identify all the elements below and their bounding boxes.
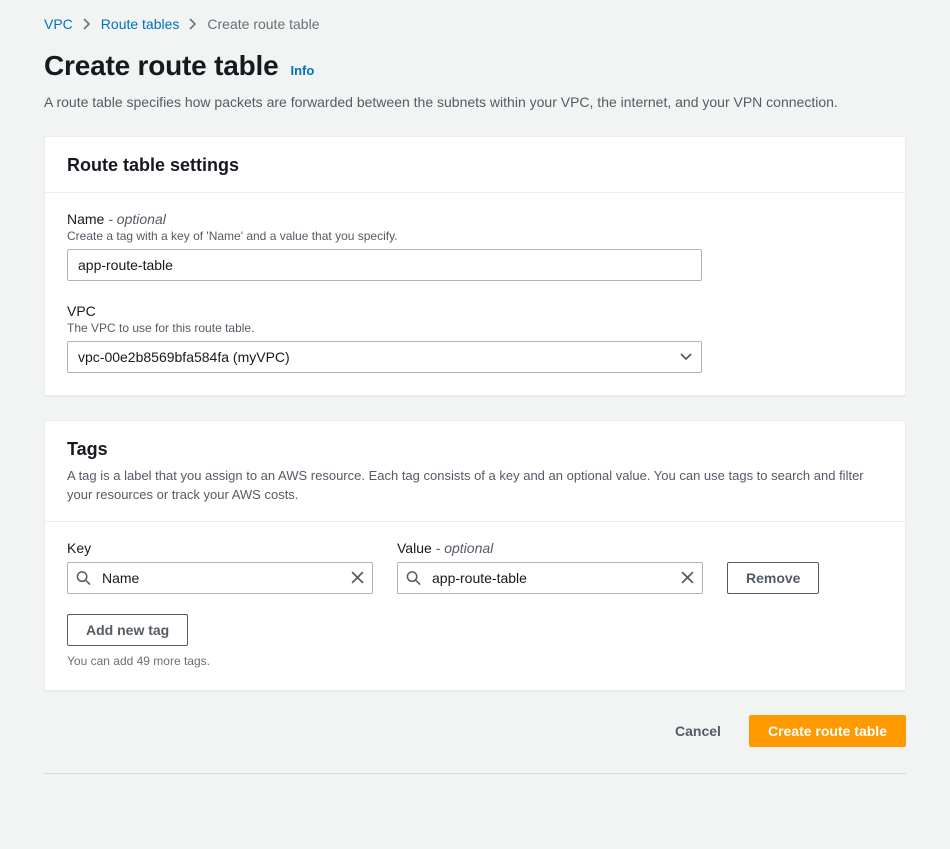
remove-tag-button[interactable]: Remove [727, 562, 819, 594]
name-optional: - optional [104, 211, 165, 227]
vpc-help: The VPC to use for this route table. [67, 321, 883, 335]
divider [44, 773, 906, 774]
tag-row: Key Value - optional [67, 540, 883, 594]
vpc-field: VPC The VPC to use for this route table.… [67, 303, 883, 373]
route-table-settings-panel: Route table settings Name - optional Cre… [44, 136, 906, 396]
panel-title-tags: Tags [67, 439, 883, 460]
breadcrumb-link-vpc[interactable]: VPC [44, 16, 73, 32]
name-help: Create a tag with a key of 'Name' and a … [67, 229, 883, 243]
breadcrumb-link-route-tables[interactable]: Route tables [101, 16, 180, 32]
form-actions: Cancel Create route table [44, 715, 906, 747]
add-tag-hint: You can add 49 more tags. [67, 654, 883, 668]
chevron-right-icon [189, 18, 197, 30]
clear-tag-key-button[interactable] [347, 568, 367, 588]
tag-value-label: Value [397, 540, 432, 556]
add-new-tag-button[interactable]: Add new tag [67, 614, 188, 646]
vpc-select[interactable]: vpc-00e2b8569bfa584fa (myVPC) [67, 341, 702, 373]
breadcrumb-current: Create route table [207, 16, 319, 32]
name-label: Name [67, 211, 104, 227]
tags-panel: Tags A tag is a label that you assign to… [44, 420, 906, 691]
clear-tag-value-button[interactable] [677, 568, 697, 588]
breadcrumb: VPC Route tables Create route table [44, 16, 906, 32]
create-route-table-button[interactable]: Create route table [749, 715, 906, 747]
page-title: Create route table [44, 50, 278, 82]
panel-title-settings: Route table settings [67, 155, 883, 176]
tag-value-optional: - optional [432, 540, 493, 556]
name-field: Name - optional Create a tag with a key … [67, 211, 883, 281]
close-icon [351, 571, 364, 584]
tag-key-input[interactable] [67, 562, 373, 594]
vpc-label: VPC [67, 303, 883, 319]
chevron-right-icon [83, 18, 91, 30]
cancel-button[interactable]: Cancel [657, 715, 739, 747]
name-input[interactable] [67, 249, 702, 281]
tag-key-label: Key [67, 540, 373, 556]
close-icon [681, 571, 694, 584]
tag-value-input[interactable] [397, 562, 703, 594]
page-description: A route table specifies how packets are … [44, 92, 884, 114]
tags-description: A tag is a label that you assign to an A… [67, 466, 883, 505]
info-link[interactable]: Info [290, 63, 314, 78]
